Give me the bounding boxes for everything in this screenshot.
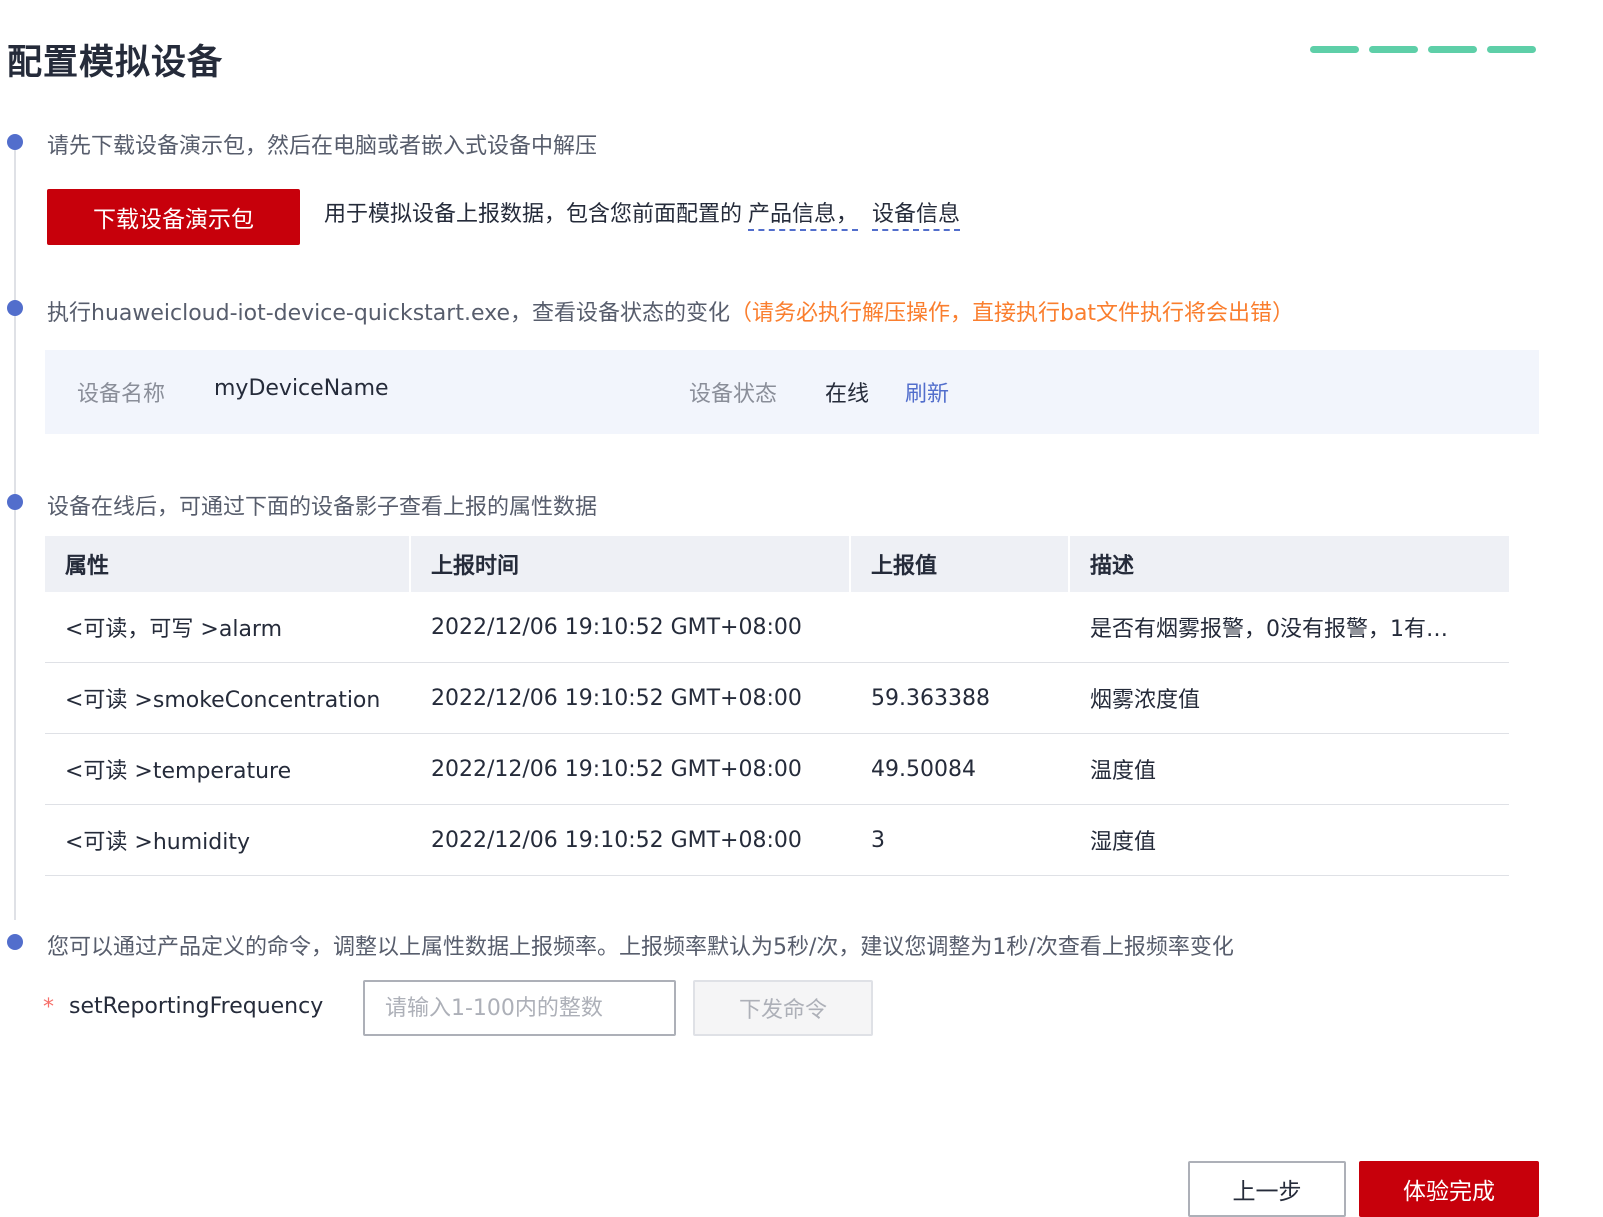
download-demo-button[interactable]: 下载设备演示包 (47, 189, 300, 245)
step-2-text: 执行huaweicloud-iot-device-quickstart.exe，… (47, 295, 1294, 327)
frequency-input[interactable] (363, 980, 676, 1036)
cell-description: 湿度值 (1090, 830, 1157, 855)
device-status-label: 设备状态 (689, 382, 778, 407)
cell-report-time: 2022/12/06 19:10:52 GMT+08:00 (431, 614, 802, 640)
finish-button[interactable]: 体验完成 (1359, 1161, 1539, 1217)
progress-segment-1 (1310, 46, 1359, 53)
step-2-warning: （请务必执行解压操作，直接执行bat文件执行将会出错） (729, 301, 1295, 326)
header-property: 属性 (45, 536, 411, 592)
device-name-value: myDeviceName (214, 376, 389, 401)
cell-report-value: 3 (871, 827, 885, 853)
step-3-dot (7, 494, 23, 510)
command-row: * setReportingFrequency 下发命令 (43, 980, 943, 1036)
header-report-value: 上报值 (851, 536, 1070, 592)
cell-report-value: 59.363388 (871, 685, 990, 711)
refresh-link[interactable]: 刷新 (905, 376, 949, 408)
device-shadow-table: 属性 上报时间 上报值 描述 <可读，可写 >alarm 2022/12/06 … (45, 536, 1509, 876)
step-4-text: 您可以通过产品定义的命令，调整以上属性数据上报频率。上报频率默认为5秒/次，建议… (47, 935, 1234, 960)
page-title: 配置模拟设备 (7, 43, 224, 83)
device-status-panel: 设备名称 myDeviceName 设备状态 在线 刷新 (45, 350, 1539, 434)
send-command-button[interactable]: 下发命令 (693, 980, 873, 1036)
cell-property: <可读，可写 >alarm (65, 617, 283, 642)
cell-description: 是否有烟雾报警，0没有报警，1有… (1090, 617, 1448, 642)
device-status-value: 在线 (825, 382, 870, 407)
timeline-line (14, 150, 16, 920)
cell-report-value: 49.50084 (871, 756, 976, 782)
cell-report-value (851, 592, 1070, 662)
step-3-text: 设备在线后，可通过下面的设备影子查看上报的属性数据 (47, 495, 598, 520)
command-label: setReportingFrequency (69, 994, 324, 1019)
step-1-text: 请先下载设备演示包，然后在电脑或者嵌入式设备中解压 (47, 134, 598, 159)
table-row: <可读，可写 >alarm 2022/12/06 19:10:52 GMT+08… (45, 592, 1509, 663)
cell-report-time: 2022/12/06 19:10:52 GMT+08:00 (431, 685, 802, 711)
download-description-text: 用于模拟设备上报数据，包含您前面配置的 (324, 202, 743, 227)
table-header: 属性 上报时间 上报值 描述 (45, 536, 1509, 592)
table-row: <可读 >smokeConcentration 2022/12/06 19:10… (45, 663, 1509, 734)
step-2-instruction: 执行huaweicloud-iot-device-quickstart.exe，… (47, 301, 730, 326)
progress-segment-2 (1369, 46, 1418, 53)
download-description: 用于模拟设备上报数据，包含您前面配置的 产品信息， 设备信息 (324, 196, 961, 231)
header-report-time: 上报时间 (411, 536, 851, 592)
table-row: <可读 >humidity 2022/12/06 19:10:52 GMT+08… (45, 805, 1509, 876)
cell-description: 烟雾浓度值 (1090, 688, 1201, 713)
step-4-dot (7, 934, 23, 950)
device-info-link[interactable]: 设备信息 (872, 196, 961, 231)
product-info-link[interactable]: 产品信息， (748, 196, 859, 231)
step-2-dot (7, 300, 23, 316)
table-row: <可读 >temperature 2022/12/06 19:10:52 GMT… (45, 734, 1509, 805)
required-mark: * (43, 995, 54, 1020)
cell-property: <可读 >smokeConcentration (65, 688, 381, 713)
cell-report-time: 2022/12/06 19:10:52 GMT+08:00 (431, 756, 802, 782)
step-1-dot (7, 134, 23, 150)
cell-property: <可读 >humidity (65, 830, 251, 855)
header-description: 描述 (1090, 554, 1135, 579)
progress-segment-3 (1428, 46, 1477, 53)
cell-property: <可读 >temperature (65, 759, 292, 784)
prev-step-button[interactable]: 上一步 (1188, 1161, 1346, 1217)
step-progress-indicator (1310, 46, 1536, 53)
progress-segment-4 (1487, 46, 1536, 53)
cell-description: 温度值 (1090, 759, 1157, 784)
cell-report-time: 2022/12/06 19:10:52 GMT+08:00 (431, 827, 802, 853)
device-name-label: 设备名称 (77, 382, 166, 407)
